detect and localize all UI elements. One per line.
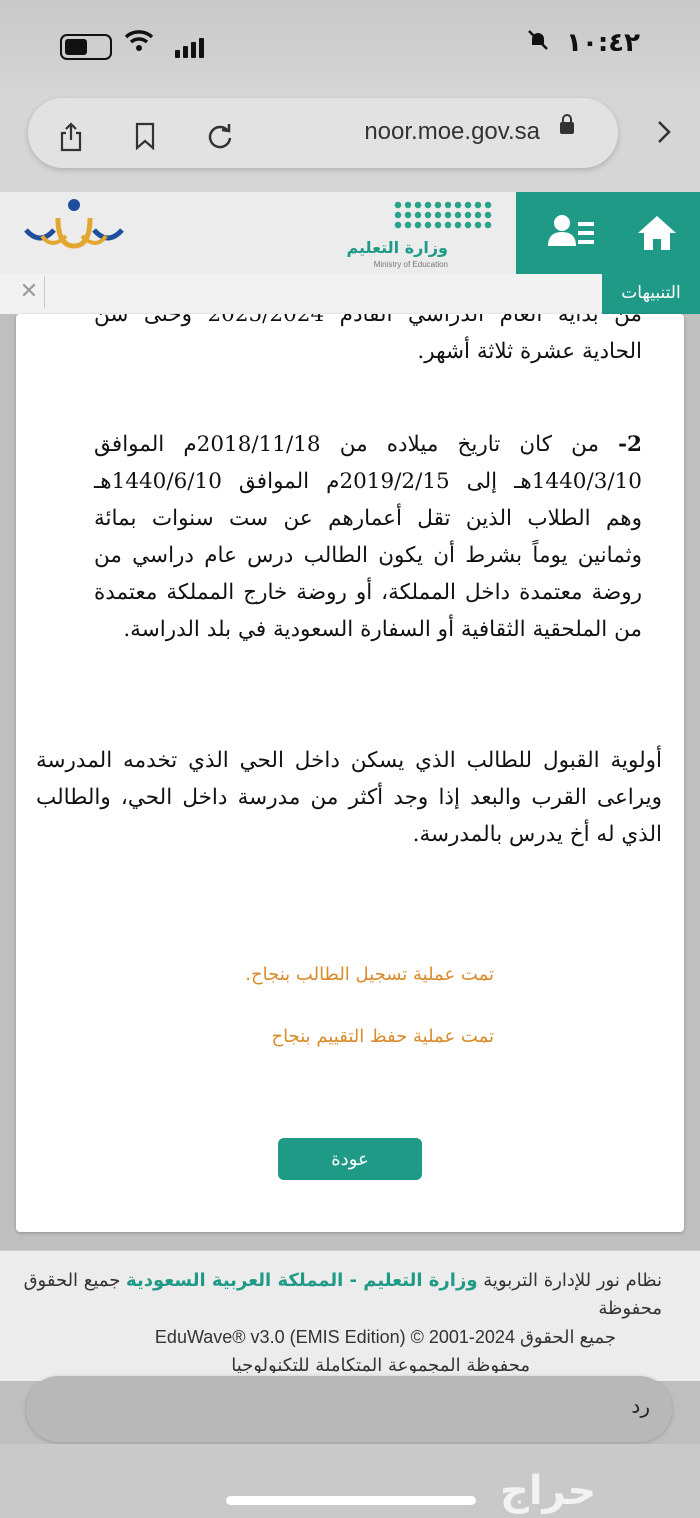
haraj-watermark: حراج — [500, 1468, 597, 1514]
paragraph-text: من كان تاريخ ميلاده من 2018/11/18م الموا… — [94, 432, 642, 642]
status-bar: ١٠:٤٢ — [0, 0, 700, 90]
users-list-icon[interactable] — [546, 210, 596, 256]
header-nav — [516, 192, 700, 274]
browser-toolbar: noor.moe.gov.sa — [0, 90, 700, 192]
address-bar[interactable]: noor.moe.gov.sa — [28, 98, 618, 168]
clock: ١٠:٤٢ — [566, 28, 640, 58]
alerts-bar: ✕ التنبيهات — [0, 274, 700, 314]
url-text: noor.moe.gov.sa — [364, 118, 540, 145]
muted-bell-icon — [526, 28, 550, 58]
home-icon[interactable] — [632, 208, 682, 258]
footer-ministry-link[interactable]: وزارة التعليم - المملكة العربية السعودية — [126, 1270, 477, 1291]
reply-input[interactable]: رد — [26, 1376, 672, 1442]
success-message-evaluation: تمت عملية حفظ التقييم بنجاح — [271, 1026, 494, 1047]
reload-icon[interactable] — [206, 122, 234, 157]
share-icon[interactable] — [58, 122, 84, 159]
signal-icon — [175, 38, 204, 58]
footer-copyright: نظام نور للإدارة التربوية وزارة التعليم … — [22, 1267, 662, 1323]
paragraph-priority: أولوية القبول للطالب الذي يسكن داخل الحي… — [36, 748, 662, 847]
battery-icon — [60, 34, 112, 60]
close-icon[interactable]: ✕ — [14, 276, 45, 308]
lock-icon — [560, 114, 574, 134]
ministry-name-en: Ministry of Education — [373, 260, 448, 269]
home-indicator[interactable] — [226, 1496, 476, 1505]
noor-logo — [22, 196, 126, 268]
footer-version: جميع الحقوق EduWave® v3.0 (EMIS Edition)… — [154, 1327, 616, 1347]
wifi-icon — [124, 28, 154, 58]
alerts-tab[interactable]: التنبيهات — [602, 274, 700, 314]
footer-system-name: نظام نور للإدارة التربوية — [477, 1270, 662, 1291]
bookmark-icon[interactable] — [134, 122, 156, 157]
ministry-name: وزارة التعليم — [346, 238, 448, 257]
back-button[interactable]: عودة — [278, 1138, 422, 1180]
success-message-registration: تمت عملية تسجيل الطالب بنجاح. — [245, 964, 494, 985]
reply-placeholder: رد — [631, 1394, 650, 1418]
item-number: 2- — [618, 432, 642, 457]
site-footer: نظام نور للإدارة التربوية وزارة التعليم … — [0, 1250, 700, 1381]
paragraph-intro: من بداية العام الدراسي القادم 2025/2024 … — [94, 314, 642, 364]
chevron-right-icon[interactable] — [656, 118, 672, 153]
ministry-logo: وزارة التعليم Ministry of Education — [338, 200, 498, 269]
content-card: من بداية العام الدراسي القادم 2025/2024 … — [16, 314, 684, 1232]
paragraph-condition-2: 2- من كان تاريخ ميلاده من 2018/11/18م ال… — [94, 426, 642, 648]
bottom-bar: حراج — [0, 1444, 700, 1518]
site-header: وزارة التعليم Ministry of Education — [0, 192, 700, 274]
footer-company: محفوظة المجموعة المتكاملة للتكنولوجيا — [231, 1355, 530, 1373]
